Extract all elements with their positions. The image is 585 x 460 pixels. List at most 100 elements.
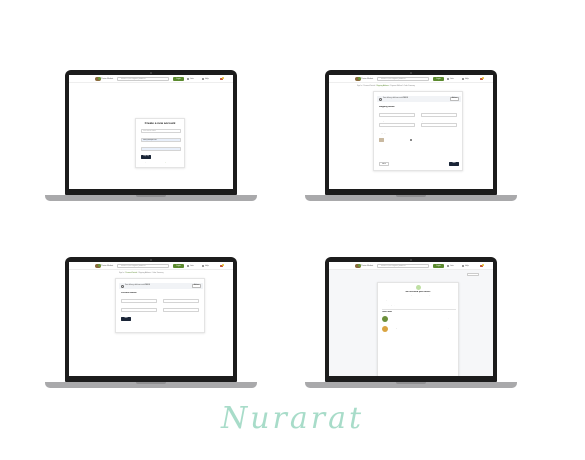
last-name-field[interactable] xyxy=(163,299,199,303)
login-button[interactable]: Login xyxy=(433,77,444,81)
next-button[interactable]: Next xyxy=(449,162,459,166)
user-icon[interactable] xyxy=(187,265,189,267)
site-logo[interactable]: Thrive Market xyxy=(95,264,113,268)
user-icon[interactable] xyxy=(447,265,449,267)
header-link-help[interactable]: Help xyxy=(205,77,209,81)
cart-icon[interactable] xyxy=(480,77,484,81)
header-link-lists[interactable]: Lists xyxy=(450,77,454,81)
screen-signup: Thrive Market Search 3,000 organic produ… xyxy=(69,75,233,189)
search-input[interactable]: Search 3,000 organic products xyxy=(377,77,429,81)
cart-icon[interactable] xyxy=(220,77,224,81)
user-icon[interactable] xyxy=(447,78,449,80)
page-title: Create a new account xyxy=(144,121,176,125)
section-title: Personal Details xyxy=(121,292,137,294)
site-logo[interactable]: Thrive Market xyxy=(95,77,113,81)
unit-field[interactable] xyxy=(421,113,457,117)
shipping-card: Free delivery, add items worth $49.00 Ad… xyxy=(373,91,463,171)
breadcrumb-step[interactable]: Personal Details xyxy=(363,86,375,87)
logo-text: Thrive Market xyxy=(101,265,114,267)
cart-badge xyxy=(482,77,484,79)
breadcrumb-step[interactable]: Sign In xyxy=(357,86,362,87)
signin-link[interactable]: Sign in xyxy=(164,162,168,163)
webcam-dot xyxy=(150,259,152,261)
first-name-field[interactable] xyxy=(121,299,157,303)
header-link-help[interactable]: Help xyxy=(205,264,209,268)
password-label: Password xyxy=(141,145,148,146)
signup-card: Create a new account Your name First and… xyxy=(135,118,185,168)
street-field[interactable] xyxy=(379,113,415,117)
help-icon[interactable] xyxy=(462,265,464,267)
street-label: Street address xyxy=(379,111,389,112)
designer-signature: Nurarat xyxy=(220,401,365,436)
warehouse-thumbnail xyxy=(379,138,384,142)
user-icon[interactable] xyxy=(187,78,189,80)
header-link-help[interactable]: Help xyxy=(465,264,469,268)
laptop-mockup-shipping: Thrive Market Search 3,000 organic produ… xyxy=(305,70,517,204)
signup-button[interactable]: Sign up xyxy=(141,155,151,159)
breadcrumb: Sign In › Personal Details › Shipping Ad… xyxy=(357,86,416,87)
help-icon[interactable] xyxy=(202,265,204,267)
site-header: Thrive Market Search 3,000 organic produ… xyxy=(329,75,493,83)
delivery-banner: Free delivery, add items worth $49.00 Ad… xyxy=(377,96,461,102)
name-field[interactable]: First and last name xyxy=(141,129,181,133)
next-button[interactable]: Next xyxy=(121,317,131,321)
add-now-button[interactable]: Add now xyxy=(450,97,459,101)
banner-text: Free delivery, add items worth $49.00 xyxy=(125,283,150,289)
product-image-cashew xyxy=(382,316,388,322)
breadcrumb-step[interactable]: Sign In xyxy=(119,273,124,274)
webcam-dot xyxy=(410,259,412,261)
phone-label: Phone number xyxy=(163,306,173,307)
breadcrumb-step[interactable]: Order Summary xyxy=(404,86,415,87)
zipcode-field[interactable] xyxy=(421,123,457,127)
laptop-notch xyxy=(396,382,426,384)
webcam-dot xyxy=(410,72,412,74)
delivery-banner: Free delivery, add items worth $49.00 Ad… xyxy=(119,283,203,289)
phone-field[interactable] xyxy=(163,308,199,312)
cart-icon[interactable] xyxy=(220,264,224,268)
product-price: $9.99 xyxy=(448,317,452,319)
email-label: Email address xyxy=(121,306,130,307)
breadcrumb-step[interactable]: Order Summary xyxy=(152,273,163,274)
personal-card: Free delivery, add items worth $49.00 Ad… xyxy=(115,278,205,333)
breadcrumb-step-active[interactable]: Personal Details xyxy=(125,273,137,274)
confirmation-title: We received your order! xyxy=(405,291,431,293)
search-input[interactable]: Search 3,000 organic products xyxy=(117,264,169,268)
country-field[interactable] xyxy=(379,123,415,127)
logo-text: Thrive Market xyxy=(101,78,114,80)
login-button[interactable]: Login xyxy=(173,77,184,81)
site-logo[interactable]: Thrive Market xyxy=(355,77,373,81)
banner-amount: $49.00 xyxy=(403,98,408,99)
edit-icon[interactable] xyxy=(410,139,412,141)
name-label: Your name xyxy=(141,127,149,128)
password-field[interactable] xyxy=(141,147,181,151)
header-link-lists[interactable]: Lists xyxy=(450,264,454,268)
site-header: Thrive Market Search 3,000 organic produ… xyxy=(69,75,233,83)
confirmation-subtitle: You will get an email confirmation short… xyxy=(406,294,430,296)
help-icon[interactable] xyxy=(462,78,464,80)
header-link-help[interactable]: Help xyxy=(465,77,469,81)
search-input[interactable]: Search 3,000 organic products xyxy=(117,77,169,81)
delivery-label: Delivery to xyxy=(382,300,389,301)
site-logo[interactable]: Thrive Market xyxy=(355,264,373,268)
email-field[interactable]: hello@example.com xyxy=(141,138,181,142)
laptop-mockup-confirmation: Thrive Market Search 3,000 organic produ… xyxy=(305,257,517,391)
add-now-button[interactable]: Add now xyxy=(192,284,201,288)
breadcrumb-step[interactable]: Payment Method xyxy=(390,86,402,87)
help-icon[interactable] xyxy=(202,78,204,80)
header-link-lists[interactable]: Lists xyxy=(190,264,194,268)
login-button[interactable]: Login xyxy=(433,264,444,268)
breadcrumb-step-active[interactable]: Shipping Address xyxy=(376,86,388,87)
product-name: Cashew Butter xyxy=(390,317,400,319)
email-field[interactable] xyxy=(121,308,157,312)
laptop-mockup-personal: Thrive Market Search 3,000 organic produ… xyxy=(45,257,257,391)
back-button[interactable]: Back xyxy=(379,162,389,166)
search-input[interactable]: Search 3,000 organic products xyxy=(377,264,429,268)
screen-shipping: Thrive Market Search 3,000 organic produ… xyxy=(329,75,493,189)
cart-icon[interactable] xyxy=(480,264,484,268)
breadcrumb-step[interactable]: Shipping Address xyxy=(138,273,150,274)
banner-message: Free delivery, add items worth xyxy=(383,98,403,99)
header-link-lists[interactable]: Lists xyxy=(190,77,194,81)
login-button[interactable]: Login xyxy=(173,264,184,268)
dashboard-button[interactable]: Dashboard xyxy=(467,273,479,277)
laptop-notch xyxy=(136,382,166,384)
